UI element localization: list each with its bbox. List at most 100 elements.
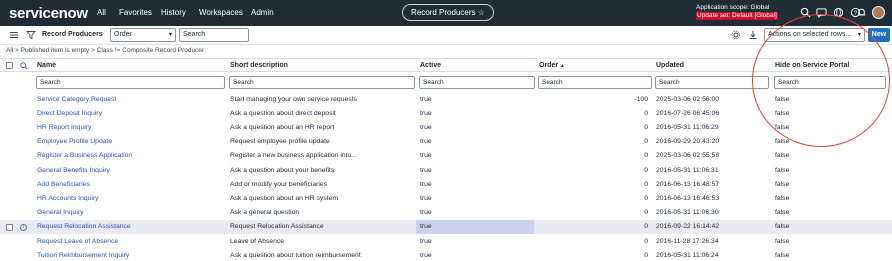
nav-history[interactable]: History: [161, 8, 186, 17]
row-short-description: Add or modify your beneficiaries: [230, 180, 328, 188]
table-row[interactable]: General Benefits Inquiry Ask a question a…: [0, 164, 892, 178]
row-order: 0: [644, 109, 648, 117]
row-short-description: Register a new business application into…: [230, 152, 357, 160]
row-short-description: Request employee profile update: [230, 138, 330, 146]
nav-all[interactable]: All: [97, 8, 106, 17]
order-search-input[interactable]: Search: [538, 76, 652, 89]
row-updated: 2016-09-22 16:14:42: [656, 223, 720, 231]
hamburger-menu-icon[interactable]: [9, 30, 19, 40]
row-short-description: Ask a question about an HR report: [230, 123, 335, 131]
row-short-description: Ask a general question: [230, 209, 300, 217]
short-description-search-input[interactable]: Search: [229, 76, 415, 89]
notifications-bell-icon[interactable]: [856, 7, 867, 18]
record-title: Record Producers: [411, 8, 476, 17]
row-updated: 2016-06-13 16:48:57: [656, 180, 720, 188]
row-hide-on-portal: false: [775, 180, 790, 188]
row-name-link[interactable]: Tuition Reimbursement Inquiry: [37, 252, 129, 259]
settings-gear-icon[interactable]: [731, 30, 741, 40]
row-name-link[interactable]: HR Accounts Inquiry: [37, 195, 99, 202]
row-order: 0: [644, 123, 648, 131]
row-name-link[interactable]: General Benefits Inquiry: [37, 167, 110, 174]
column-search-icon[interactable]: [20, 62, 28, 70]
row-short-description: Request Relocation Assistance: [230, 223, 324, 231]
application-scope[interactable]: Application scope: Global Update set: De…: [696, 4, 778, 20]
table-row[interactable]: Employee Profile Update Request employee …: [0, 135, 892, 149]
breadcrumb[interactable]: All > Published item is empty > Class !=…: [6, 47, 204, 54]
row-name-link[interactable]: General Inquiry: [37, 209, 83, 216]
row-short-description: Ask a question about tuition reimburseme…: [230, 251, 361, 259]
row-updated: 2016-11-28 17:26:34: [656, 237, 719, 245]
row-updated: 2016-06-13 16:46:53: [656, 194, 720, 202]
nav-favorites[interactable]: Favorites: [119, 8, 152, 17]
name-search-input[interactable]: Search: [36, 76, 225, 89]
row-name-link[interactable]: Request Leave of Absence: [37, 238, 118, 245]
nav-admin[interactable]: Admin: [251, 8, 274, 17]
row-order: 0: [644, 237, 648, 245]
table-row[interactable]: General Inquiry Ask a general question tru…: [0, 206, 892, 220]
row-name-link[interactable]: Direct Deposit Inquiry: [37, 110, 102, 117]
row-active: true: [420, 95, 432, 103]
column-header-short-description[interactable]: Short description: [230, 62, 288, 69]
scope-label: Application scope: Global: [696, 4, 770, 11]
row-updated: 2025-03-06 02:56:00: [656, 95, 720, 103]
star-icon[interactable]: ☆: [478, 8, 485, 17]
column-header-order[interactable]: Order ▲: [539, 62, 565, 69]
row-active: true: [420, 251, 432, 259]
table-row[interactable]: Tuition Reimbursement Inquiry Ask a quest…: [0, 249, 892, 261]
row-name-link[interactable]: Add Beneficiaries: [37, 181, 90, 188]
list-search-input[interactable]: Search: [179, 28, 249, 42]
active-search-input[interactable]: Search: [419, 76, 535, 89]
column-header-active[interactable]: Active: [420, 62, 441, 69]
search-field-value: Order: [114, 31, 132, 38]
update-set-label: Update set: Default [Global]: [696, 12, 778, 20]
list-search-text: Search: [183, 31, 206, 38]
row-order: 0: [644, 180, 648, 188]
row-name-link[interactable]: Employee Profile Update: [37, 138, 112, 145]
table-row[interactable]: HR Report Inquiry Ask a question about an…: [0, 121, 892, 135]
row-updated: 2016-09-29 20:43:20: [656, 138, 720, 146]
row-order: 0: [644, 209, 648, 217]
select-all-checkbox[interactable]: [6, 62, 13, 69]
column-header-updated[interactable]: Updated: [656, 62, 684, 69]
nav-workspaces[interactable]: Workspaces: [199, 8, 243, 17]
filter-icon[interactable]: [26, 30, 36, 40]
row-short-description: Ask a question about your benefits: [230, 166, 335, 174]
row-updated: 2016-05-31 11:06:31: [656, 166, 719, 174]
row-short-description: Ask a question about an HR system: [230, 194, 339, 202]
row-order: -100: [634, 95, 648, 103]
row-hide-on-portal: false: [775, 223, 790, 231]
row-hide-on-portal: false: [775, 194, 790, 202]
chevron-down-icon: ▾: [168, 32, 172, 38]
row-updated: 2016-07-26 06:45:06: [656, 109, 720, 117]
column-order-label: Order: [539, 62, 559, 69]
record-title-pill[interactable]: Record Producers ☆: [402, 4, 494, 21]
row-active: true: [420, 152, 432, 160]
user-avatar[interactable]: [872, 6, 885, 19]
table-row[interactable]: Request Leave of Absence Leave of Absence…: [0, 235, 892, 249]
row-checkbox[interactable]: [6, 223, 13, 231]
table-row[interactable]: Add Beneficiaries Add or modify your bene…: [0, 178, 892, 192]
row-active: true: [420, 194, 432, 202]
column-header-name[interactable]: Name: [37, 62, 56, 69]
row-hide-on-portal: false: [775, 251, 790, 259]
table-row[interactable]: HR Accounts Inquiry Ask a question about …: [0, 192, 892, 206]
row-short-description: Leave of Absence: [230, 237, 285, 245]
table-row[interactable]: i Request Relocation Assistance Request Re…: [0, 220, 892, 235]
row-active: true: [420, 109, 432, 117]
row-name-link[interactable]: Request Relocation Assistance: [37, 223, 131, 230]
table-row[interactable]: Register a Business Application Register …: [0, 149, 892, 163]
row-order: 0: [644, 152, 648, 160]
row-name-link[interactable]: Service Category Request: [37, 96, 116, 103]
row-active: true: [420, 223, 432, 231]
row-order: 0: [644, 251, 648, 259]
row-short-description: Start managing your own service requests: [230, 95, 357, 103]
row-hide-on-portal: false: [775, 209, 790, 217]
top-navigation: servicenow All Favorites History Workspa…: [0, 0, 892, 26]
download-icon[interactable]: [748, 30, 758, 40]
list-title: Record Producers: [42, 31, 103, 38]
info-icon[interactable]: i: [20, 223, 27, 231]
row-name-link[interactable]: HR Report Inquiry: [37, 124, 91, 131]
servicenow-logo[interactable]: servicenow: [9, 5, 88, 22]
row-name-link[interactable]: Register a Business Application: [37, 152, 132, 159]
search-field-select[interactable]: Order ▾: [110, 28, 176, 42]
